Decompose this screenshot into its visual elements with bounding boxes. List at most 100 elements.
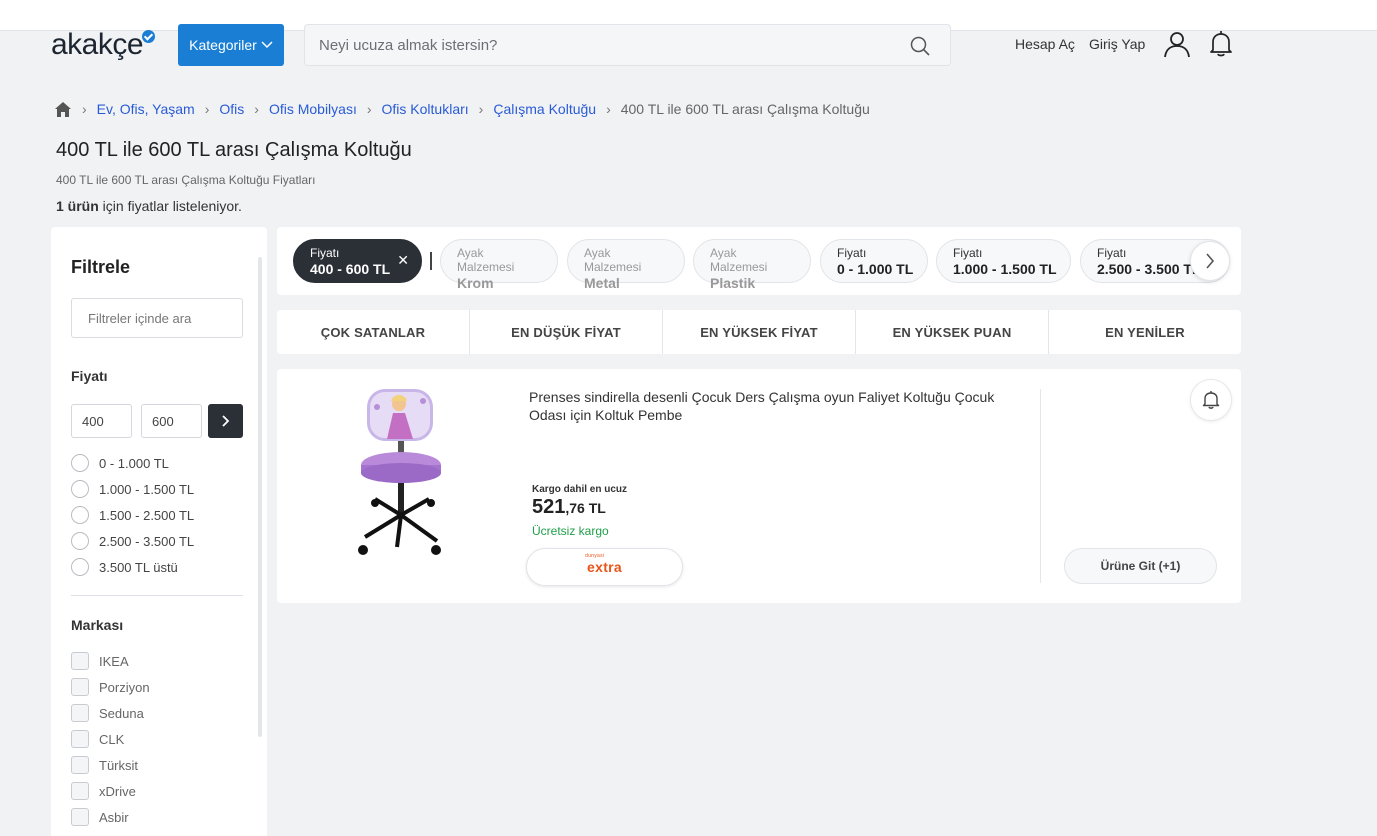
price-range-option[interactable]: 1.500 - 2.500 TL [71,506,194,524]
brand-option[interactable]: xDrive [71,782,136,800]
checkbox[interactable] [71,704,89,722]
chip-separator [430,252,432,270]
chip-value: 400 - 600 TL [310,261,391,277]
categories-label: Kategoriler [189,37,257,53]
checkbox[interactable] [71,756,89,774]
user-icon[interactable] [1163,30,1191,58]
chip-label: Ayak Malzemesi [710,246,768,274]
radio-button[interactable] [71,454,89,472]
checkbox[interactable] [71,782,89,800]
filter-chip-active[interactable]: Fiyatı 400 - 600 TL ✕ [293,239,422,283]
merchant-logo: dunyasi extra [585,553,622,575]
price-range-label: 0 - 1.000 TL [99,455,169,471]
product-title[interactable]: Prenses sindirella desenli Çocuk Ders Ça… [529,388,999,424]
price-range-option[interactable]: 3.500 TL üstü [71,558,178,576]
radio-button[interactable] [71,558,89,576]
price-apply-button[interactable] [208,404,243,438]
price-range-label: 1.000 - 1.500 TL [99,481,195,497]
filter-search-input[interactable] [71,298,243,338]
brand-option[interactable]: Porziyon [71,678,150,696]
bell-icon [1202,391,1220,409]
sort-tab-newest[interactable]: EN YENİLER [1049,310,1241,354]
radio-button[interactable] [71,480,89,498]
checkbox[interactable] [71,652,89,670]
checkbox[interactable] [71,730,89,748]
sidebar-scrollbar[interactable] [258,257,262,737]
breadcrumb-separator: › [82,101,87,117]
chip-label: Fiyatı [953,246,983,260]
brand-label: Asbir [99,809,129,825]
search-box [304,24,951,66]
chevron-right-icon [1206,253,1215,269]
chip-label: Ayak Malzemesi [584,246,642,274]
price-range-option[interactable]: 1.000 - 1.500 TL [71,480,194,498]
categories-button[interactable]: Kategoriler [178,24,284,66]
free-shipping-label: Ücretsiz kargo [532,524,609,538]
chip-value: 1.000 - 1.500 TL [953,261,1057,277]
sort-tab-best-sellers[interactable]: ÇOK SATANLAR [277,310,470,354]
card-divider [1040,389,1041,583]
result-count-text: için fiyatlar listeleniyor. [98,198,242,214]
filter-chip[interactable]: Ayak Malzemesi Krom [440,239,558,291]
sort-tab-highest-price[interactable]: EN YÜKSEK FİYAT [663,310,856,354]
bell-icon[interactable] [1208,30,1234,58]
price-range-label: 1.500 - 2.500 TL [99,507,195,523]
cheapest-label: Kargo dahil en ucuz [532,484,628,495]
breadcrumb-link[interactable]: Çalışma Koltuğu [493,101,596,117]
price-range-option[interactable]: 2.500 - 3.500 TL [71,532,194,550]
logo[interactable]: akakçe [51,28,156,62]
brand-label: IKEA [99,653,129,669]
brand-option[interactable]: Asbir [71,808,129,826]
login-link[interactable]: Giriş Yap [1089,36,1145,52]
price-max-input[interactable] [141,404,202,438]
signup-link[interactable]: Hesap Aç [1015,36,1075,52]
merchant-button[interactable]: dunyasi extra [526,548,683,586]
brand-option[interactable]: IKEA [71,652,129,670]
breadcrumb-link[interactable]: Ev, Ofis, Yaşam [97,101,195,117]
breadcrumb-link[interactable]: Ofis Koltukları [382,101,469,117]
price-range-option[interactable]: 0 - 1.000 TL [71,454,169,472]
chip-label: Ayak Malzemesi [457,246,515,274]
result-count-number: 1 ürün [56,198,99,214]
breadcrumb-separator: › [254,101,259,117]
sort-tab-lowest-price[interactable]: EN DÜŞÜK FİYAT [470,310,663,354]
product-card: Prenses sindirella desenli Çocuk Ders Ça… [277,369,1241,603]
chip-value: Plastik [710,275,756,291]
chevron-down-icon [261,41,273,49]
filter-chip[interactable]: Ayak Malzemesi Metal [567,239,685,291]
brand-label: CLK [99,731,125,747]
brand-option[interactable]: Türksit [71,756,138,774]
close-icon[interactable]: ✕ [397,252,409,269]
chip-value: 0 - 1.000 TL [837,261,914,277]
go-to-product-button[interactable]: Ürüne Git (+1) [1064,548,1217,584]
sort-tab-highest-rating[interactable]: EN YÜKSEK PUAN [856,310,1049,354]
brand-label: Seduna [99,705,144,721]
radio-button[interactable] [71,506,89,524]
home-icon[interactable] [54,101,72,118]
chip-label: Fiyatı [837,246,867,260]
chip-value: Krom [457,275,494,291]
header: akakçe Kategoriler Hesap Aç Giriş Yap [0,22,1377,70]
chip-value: Metal [584,275,620,291]
breadcrumb-separator: › [478,101,484,117]
chips-next-button[interactable] [1190,241,1230,281]
product-image[interactable] [357,387,447,565]
brand-option[interactable]: CLK [71,730,124,748]
product-price: 521,76 TL [532,496,606,519]
radio-button[interactable] [71,532,89,550]
breadcrumb: › Ev, Ofis, Yaşam › Ofis › Ofis Mobilyas… [54,100,870,118]
search-input[interactable] [319,25,899,65]
price-integer: 521 [532,496,566,518]
breadcrumb-separator: › [606,101,611,117]
checkbox[interactable] [71,808,89,826]
breadcrumb-link[interactable]: Ofis [219,101,244,117]
checkbox[interactable] [71,678,89,696]
brand-option[interactable]: Seduna [71,704,144,722]
search-icon[interactable] [910,36,930,56]
price-alert-button[interactable] [1190,379,1232,421]
price-min-input[interactable] [71,404,132,438]
filter-chip[interactable]: Ayak Malzemesi Plastik [693,239,811,291]
breadcrumb-link[interactable]: Ofis Mobilyası [269,101,357,117]
filter-chip[interactable]: Fiyatı 0 - 1.000 TL [820,239,928,283]
filter-chip[interactable]: Fiyatı 1.000 - 1.500 TL [936,239,1071,283]
